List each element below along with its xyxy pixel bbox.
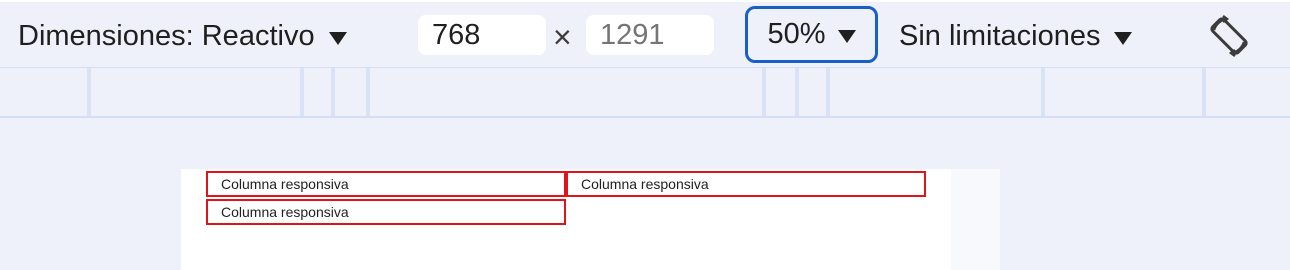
breakpoint-marker[interactable] [1041, 68, 1045, 116]
breakpoint-marker[interactable] [762, 68, 766, 116]
dimensions-dropdown[interactable]: Dimensiones: Reactivo [18, 14, 347, 58]
responsive-column: Columna responsiva [566, 171, 926, 197]
caret-down-icon [837, 30, 856, 43]
dimensions-label: Dimensiones: Reactivo [18, 19, 315, 52]
breakpoint-marker[interactable] [1202, 68, 1206, 116]
rotate-device-icon[interactable] [1206, 13, 1252, 59]
responsive-column: Columna responsiva [206, 199, 566, 225]
height-input[interactable] [586, 15, 714, 55]
throttling-label: Sin limitaciones [899, 19, 1101, 52]
breakpoint-marker[interactable] [331, 68, 335, 116]
caret-down-icon [328, 31, 347, 45]
width-input[interactable] [418, 15, 546, 55]
breakpoint-marker[interactable] [795, 68, 799, 116]
responsive-column: Columna responsiva [206, 171, 566, 197]
breakpoint-marker[interactable] [826, 68, 830, 116]
media-query-ruler [0, 68, 1290, 118]
toolbar-top-border [0, 0, 1290, 2]
zoom-dropdown[interactable]: 50% [745, 6, 878, 63]
viewport-edge [951, 169, 1000, 270]
page-viewport: Columna responsiva Columna responsiva Co… [181, 169, 1000, 270]
caret-down-icon [1114, 31, 1133, 45]
zoom-label: 50% [767, 18, 826, 50]
breakpoint-marker[interactable] [87, 68, 91, 116]
breakpoint-marker[interactable] [300, 68, 304, 116]
throttling-dropdown[interactable]: Sin limitaciones [899, 14, 1133, 58]
times-icon: × [553, 19, 572, 55]
device-toolbar: Dimensiones: Reactivo × 50% Sin limitaci… [0, 0, 1290, 68]
breakpoint-marker[interactable] [366, 68, 370, 116]
